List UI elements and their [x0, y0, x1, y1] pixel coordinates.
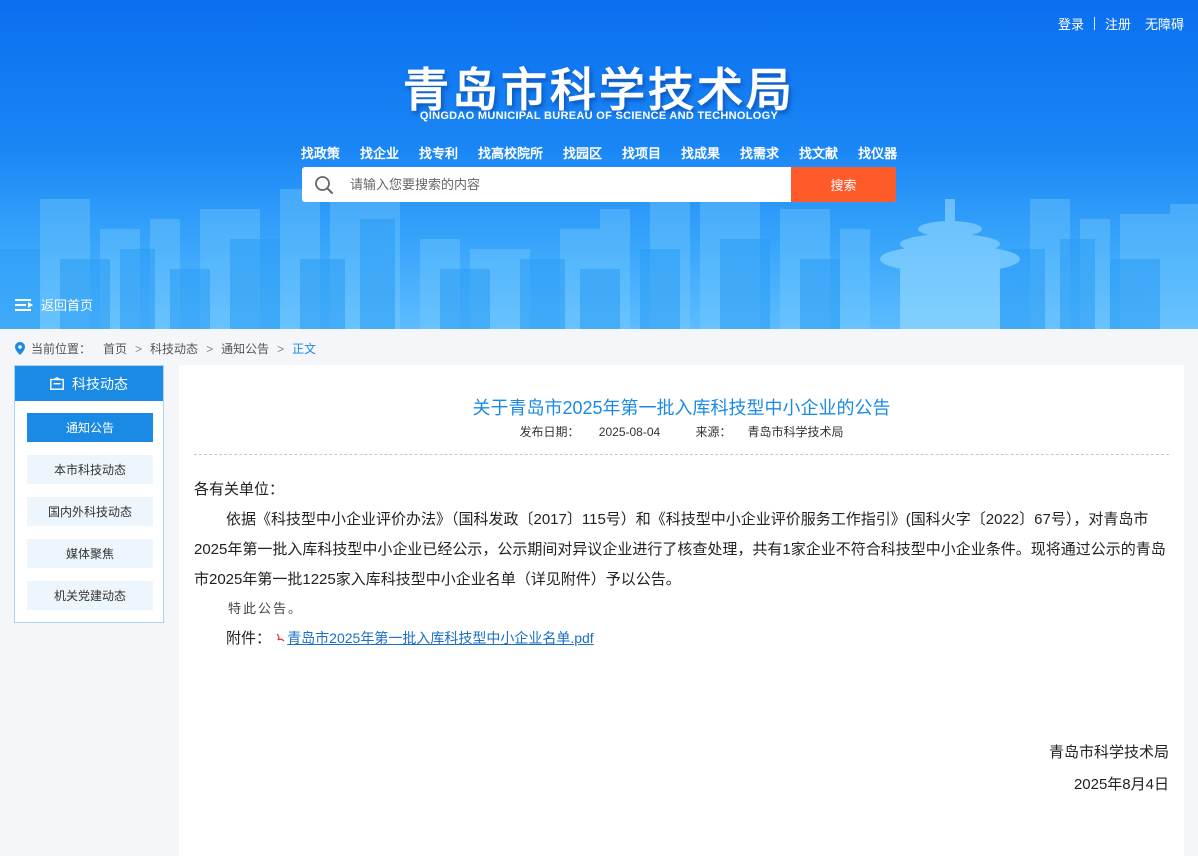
breadcrumb-notices[interactable]: 通知公告: [221, 340, 269, 357]
nav-item-literature[interactable]: 找文献: [799, 143, 838, 162]
sidebar-header: 科技动态: [15, 366, 163, 401]
attachment-link[interactable]: 青岛市2025年第一批入库科技型中小企业名单.pdf: [287, 630, 594, 646]
login-link[interactable]: 登录: [1058, 14, 1084, 33]
location-pin-icon: [15, 342, 25, 355]
breadcrumb-label: 当前位置：: [31, 342, 92, 356]
main-nav: 找政策 找企业 找专利 找高校院所 找园区 找项目 找成果 找需求 找文献 找仪…: [0, 143, 1198, 162]
sidebar-item-media[interactable]: 媒体聚焦: [27, 539, 153, 568]
nav-item-instruments[interactable]: 找仪器: [858, 143, 897, 162]
source-label: 来源：: [695, 425, 732, 439]
publish-date: 2025-08-04: [598, 425, 661, 439]
nav-item-demands[interactable]: 找需求: [740, 143, 779, 162]
nav-item-universities[interactable]: 找高校院所: [478, 143, 543, 162]
breadcrumb-home[interactable]: 首页: [103, 340, 127, 357]
attachment-label: 附件：: [226, 630, 272, 647]
publish-date-label: 发布日期：: [519, 425, 580, 439]
search-button[interactable]: 搜索: [791, 167, 896, 202]
accessibility-link[interactable]: 无障碍: [1145, 14, 1184, 33]
signature-org: 青岛市科学技术局: [1048, 744, 1169, 761]
closing-text: 特此公告。: [228, 601, 304, 616]
nav-item-parks[interactable]: 找园区: [563, 143, 602, 162]
article-meta: 发布日期： 2025-08-04 来源： 青岛市科学技术局: [179, 423, 1184, 440]
breadcrumb-news[interactable]: 科技动态: [150, 340, 198, 357]
source: 青岛市科学技术局: [747, 425, 844, 439]
top-link-divider: [1093, 17, 1095, 30]
body-paragraph: 依据《科技型中小企业评价办法》（国科发政〔2017〕115号）和《科技型中小企业…: [194, 511, 1166, 588]
nav-item-policy[interactable]: 找政策: [301, 143, 340, 162]
article-panel: 关于青岛市2025年第一批入库科技型中小企业的公告 发布日期： 2025-08-…: [179, 365, 1184, 856]
top-links: 登录 注册 无障碍: [1058, 14, 1184, 33]
signature-block: 青岛市科学技术局 2025年8月4日: [1049, 737, 1169, 801]
article-body: 各有关单位： 依据《科技型中小企业评价办法》（国科发政〔2017〕115号）和《…: [194, 475, 1169, 654]
nav-item-patent[interactable]: 找专利: [419, 143, 458, 162]
breadcrumb-current: 正文: [292, 342, 317, 356]
article-title: 关于青岛市2025年第一批入库科技型中小企业的公告: [472, 398, 891, 418]
attachment-row: 附件： 青岛市2025年第一批入库科技型中小企业名单.pdf: [194, 623, 1169, 654]
sidebar-item-local-news[interactable]: 本市科技动态: [27, 455, 153, 484]
sidebar-title: 科技动态: [72, 375, 128, 392]
sidebar-item-global-news[interactable]: 国内外科技动态: [27, 497, 153, 526]
menu-back-icon: [15, 298, 33, 311]
search-bar: 搜索: [302, 167, 896, 202]
breadcrumb-separator: >: [277, 341, 285, 356]
breadcrumb: 当前位置： 首页 > 科技动态 > 通知公告 > 正文: [15, 340, 316, 357]
search-icon: [302, 167, 346, 202]
nav-item-achievements[interactable]: 找成果: [681, 143, 720, 162]
back-home-label: 返回首页: [41, 298, 94, 313]
sidebar-item-party-building[interactable]: 机关党建动态: [27, 581, 153, 610]
back-home-button[interactable]: 返回首页: [15, 295, 93, 314]
nav-item-enterprise[interactable]: 找企业: [360, 143, 399, 162]
sidebar-item-notices[interactable]: 通知公告: [27, 413, 153, 442]
breadcrumb-separator: >: [135, 341, 143, 356]
nav-item-projects[interactable]: 找项目: [622, 143, 661, 162]
register-link[interactable]: 注册: [1105, 14, 1131, 33]
sidebar: 科技动态 通知公告 本市科技动态 国内外科技动态 媒体聚焦 机关党建动态: [14, 365, 164, 623]
title-divider: [194, 454, 1169, 455]
breadcrumb-separator: >: [206, 341, 214, 356]
salutation: 各有关单位：: [194, 481, 285, 498]
search-input[interactable]: [346, 167, 791, 202]
header-banner: 登录 注册 无障碍 青岛市科学技术局 QINGDAO MUNICIPAL BUR…: [0, 0, 1198, 329]
pdf-icon: [276, 633, 285, 642]
signature-date: 2025年8月4日: [1073, 776, 1169, 793]
news-icon: [50, 377, 64, 390]
site-subtitle: QINGDAO MUNICIPAL BUREAU OF SCIENCE AND …: [419, 110, 779, 122]
